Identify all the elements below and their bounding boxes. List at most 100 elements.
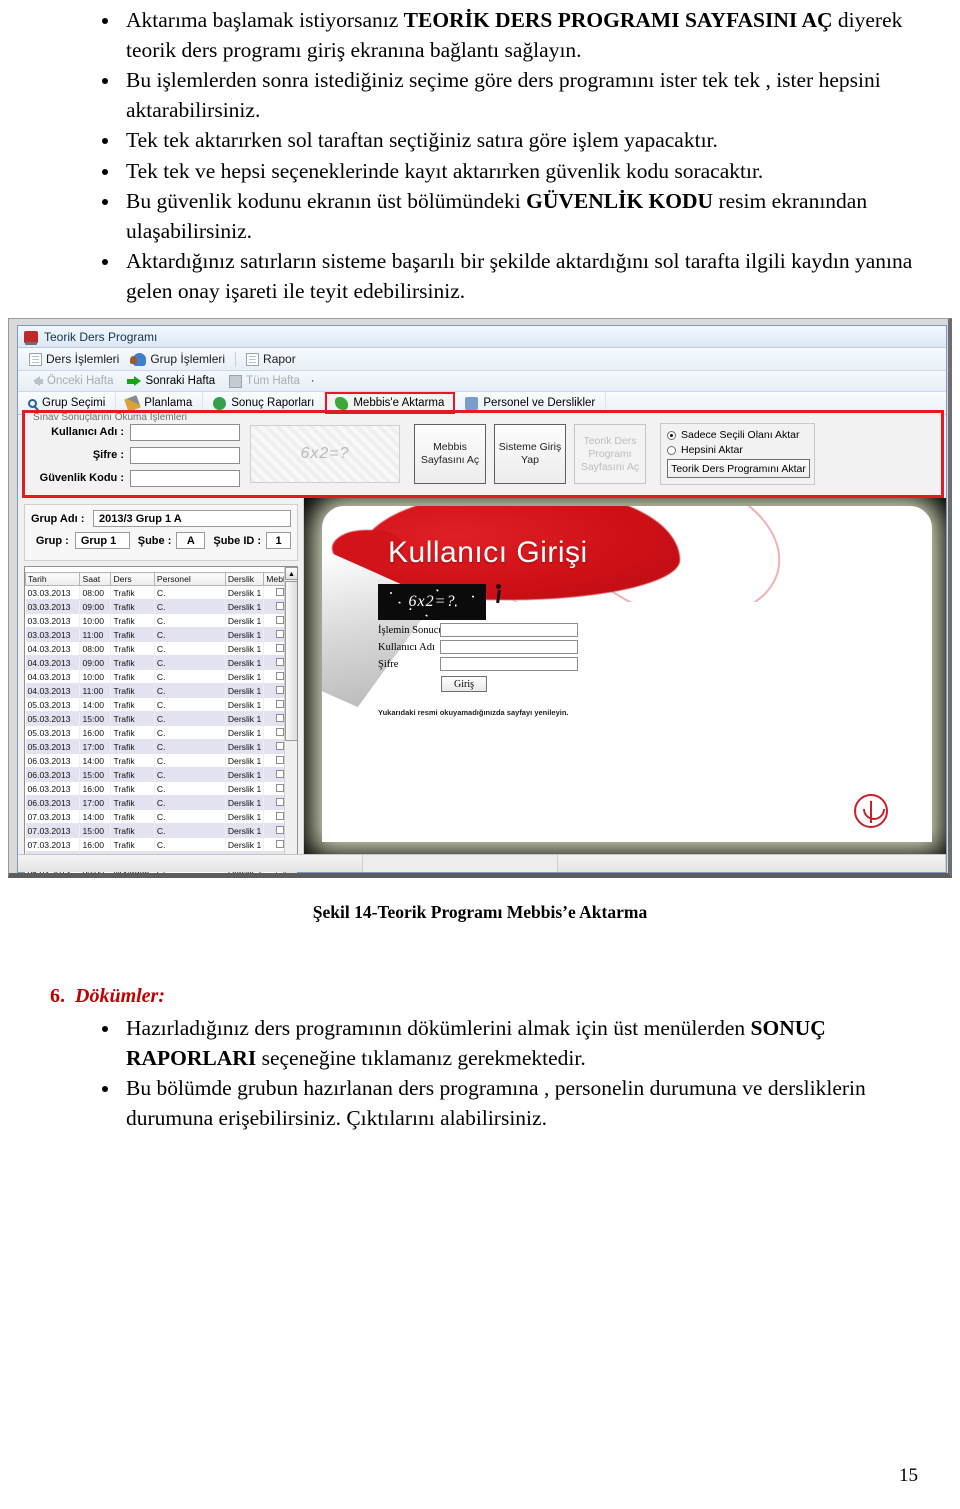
tab-mebbise-aktarma[interactable]: Mebbis'e Aktarma xyxy=(325,392,456,414)
table-row[interactable]: 07.03.2013 14:00 Trafik C. Derslik 1 xyxy=(25,809,297,824)
checkbox-icon[interactable] xyxy=(276,601,285,610)
group-value[interactable]: Grup 1 xyxy=(74,532,130,549)
toolbar-overflow-icon[interactable]: · xyxy=(311,375,315,387)
password-input[interactable] xyxy=(130,446,240,464)
checkbox-icon[interactable] xyxy=(276,811,285,820)
table-row[interactable]: 06.03.2013 16:00 Trafik C. Derslik 1 xyxy=(25,781,297,796)
checkbox-icon[interactable] xyxy=(276,643,285,652)
column-header-personel[interactable]: Personel xyxy=(153,572,226,586)
toolbar-label: Sonraki Hafta xyxy=(145,375,216,387)
table-row[interactable]: 03.03.2013 11:00 Trafik C. Derslik 1 xyxy=(25,627,297,642)
table-row[interactable]: 05.03.2013 16:00 Trafik C. Derslik 1 xyxy=(25,725,297,740)
scroll-thumb[interactable] xyxy=(285,581,297,741)
table-cell: Derslik 1 xyxy=(225,795,265,810)
table-row[interactable]: 04.03.2013 10:00 Trafik C. Derslik 1 xyxy=(25,669,297,684)
menu-item-grup-islemleri[interactable]: Grup İşlemleri xyxy=(126,350,232,368)
tab-personel-ve-derslikler[interactable]: Personel ve Derslikler xyxy=(455,392,607,414)
table-row[interactable]: 07.03.2013 16:00 Trafik C. Derslik 1 xyxy=(25,837,297,852)
branch-value[interactable]: A xyxy=(176,532,206,549)
username-input[interactable] xyxy=(130,423,240,441)
radio-icon xyxy=(667,430,676,440)
radio-row-selected-only[interactable]: Sadece Seçili Olanı Aktar xyxy=(667,429,808,441)
toolbar-label: Tüm Hafta xyxy=(246,375,300,387)
table-row[interactable]: 05.03.2013 17:00 Trafik C. Derslik 1 xyxy=(25,739,297,754)
table-row[interactable]: 06.03.2013 17:00 Trafik C. Derslik 1 xyxy=(25,795,297,810)
table-cell: Derslik 1 xyxy=(225,599,265,614)
checkbox-icon[interactable] xyxy=(276,615,285,624)
table-row[interactable]: 05.03.2013 15:00 Trafik C. Derslik 1 xyxy=(25,711,297,726)
checkbox-icon[interactable] xyxy=(276,783,285,792)
system-login-button[interactable]: Sisteme Giriş Yap xyxy=(494,424,566,484)
menu-label: Rapor xyxy=(263,352,296,366)
table-row[interactable]: 06.03.2013 15:00 Trafik C. Derslik 1 xyxy=(25,767,297,782)
checkbox-icon[interactable] xyxy=(276,685,285,694)
window-title: Teorik Ders Programı xyxy=(44,329,158,344)
figure-block: Teorik Ders Programı Ders İşlemleri Grup… xyxy=(8,318,952,923)
column-header-derslik[interactable]: Derslik xyxy=(224,572,265,586)
open-theory-program-page-button[interactable]: Teorik Ders Programı Sayfasını Aç xyxy=(574,424,646,484)
table-cell: 15:00 xyxy=(79,767,112,782)
table-row[interactable]: 04.03.2013 08:00 Trafik C. Derslik 1 xyxy=(25,641,297,656)
grid-vertical-scrollbar[interactable]: ▲ ▼ xyxy=(284,567,297,873)
table-cell: 04.03.2013 xyxy=(25,655,81,670)
table-row[interactable]: 03.03.2013 08:00 Trafik C. Derslik 1 xyxy=(25,585,297,600)
operation-result-input[interactable] xyxy=(440,623,578,637)
checkbox-icon[interactable] xyxy=(276,797,285,806)
tab-sonuc-raporlari[interactable]: Sonuç Raporları xyxy=(203,392,326,414)
transfer-theory-program-button[interactable]: Teorik Ders Programını Aktar xyxy=(667,459,810,478)
radio-row-transfer-all[interactable]: Hepsini Aktar xyxy=(667,444,808,456)
group-label: Grup : xyxy=(35,534,69,547)
status-bar xyxy=(18,854,946,872)
checkbox-icon[interactable] xyxy=(276,825,285,834)
accessibility-icon[interactable] xyxy=(491,584,507,610)
column-header-tarih[interactable]: Tarih xyxy=(25,572,81,586)
checkbox-icon[interactable] xyxy=(276,769,285,778)
table-cell: 05.03.2013 xyxy=(25,739,81,754)
table-cell: C. xyxy=(154,809,226,824)
table-row[interactable]: 03.03.2013 10:00 Trafik C. Derslik 1 xyxy=(25,613,297,628)
login-submit-button[interactable]: Giriş xyxy=(441,676,487,692)
menu-item-ders-islemleri[interactable]: Ders İşlemleri xyxy=(22,350,126,368)
username-input[interactable] xyxy=(440,640,578,654)
branch-id-label: Şube ID : xyxy=(213,534,262,547)
toolbar-onceki-hafta[interactable]: Önceki Hafta xyxy=(22,374,120,388)
checkbox-icon[interactable] xyxy=(276,657,285,666)
column-header-ders[interactable]: Ders xyxy=(110,572,155,586)
toolbar-sonraki-hafta[interactable]: Sonraki Hafta xyxy=(120,374,222,388)
checkbox-icon[interactable] xyxy=(276,741,285,750)
checkbox-icon[interactable] xyxy=(276,587,285,596)
checkbox-icon[interactable] xyxy=(276,755,285,764)
checkbox-icon[interactable] xyxy=(276,629,285,638)
tab-grup-secimi[interactable]: Grup Seçimi xyxy=(18,392,117,414)
checkbox-icon[interactable] xyxy=(276,671,285,680)
open-mebbis-page-button[interactable]: Mebbis Sayfasını Aç xyxy=(414,424,486,484)
table-cell: Derslik 1 xyxy=(225,725,265,740)
table-row[interactable]: 05.03.2013 14:00 Trafik C. Derslik 1 xyxy=(25,697,297,712)
table-row[interactable]: 04.03.2013 11:00 Trafik C. Derslik 1 xyxy=(25,683,297,698)
column-header-saat[interactable]: Saat xyxy=(79,572,112,586)
table-cell: Derslik 1 xyxy=(225,781,265,796)
password-input[interactable] xyxy=(440,657,578,671)
table-cell: Derslik 1 xyxy=(225,739,265,754)
table-row[interactable]: 03.03.2013 09:00 Trafik C. Derslik 1 xyxy=(25,599,297,614)
branch-id-value[interactable]: 1 xyxy=(266,532,291,549)
toolbar-tum-hafta[interactable]: Tüm Hafta xyxy=(222,374,307,389)
table-row[interactable]: 04.03.2013 09:00 Trafik C. Derslik 1 xyxy=(25,655,297,670)
menu-item-rapor[interactable]: Rapor xyxy=(239,350,303,368)
group-name-value[interactable]: 2013/3 Grup 1 A xyxy=(93,510,291,527)
table-cell: Derslik 1 xyxy=(225,585,265,600)
tab-planlama[interactable]: Planlama xyxy=(116,392,204,414)
page-number: 15 xyxy=(899,1465,918,1486)
magnifier-icon xyxy=(28,398,37,408)
checkbox-icon[interactable] xyxy=(276,839,285,848)
table-row[interactable]: 07.03.2013 15:00 Trafik C. Derslik 1 xyxy=(25,823,297,838)
checkbox-icon[interactable] xyxy=(276,713,285,722)
scroll-up-button[interactable]: ▲ xyxy=(285,567,297,580)
bullet-item: Bu işlemlerden sonra istediğiniz seçime … xyxy=(96,66,918,125)
security-code-input[interactable] xyxy=(130,469,240,487)
schedule-grid: Tarih Saat Ders Personel Derslik Mebbis … xyxy=(25,572,297,873)
table-row[interactable]: 06.03.2013 14:00 Trafik C. Derslik 1 xyxy=(25,753,297,768)
checkbox-icon[interactable] xyxy=(276,727,285,736)
app-logo-icon xyxy=(24,330,38,345)
checkbox-icon[interactable] xyxy=(276,699,285,708)
